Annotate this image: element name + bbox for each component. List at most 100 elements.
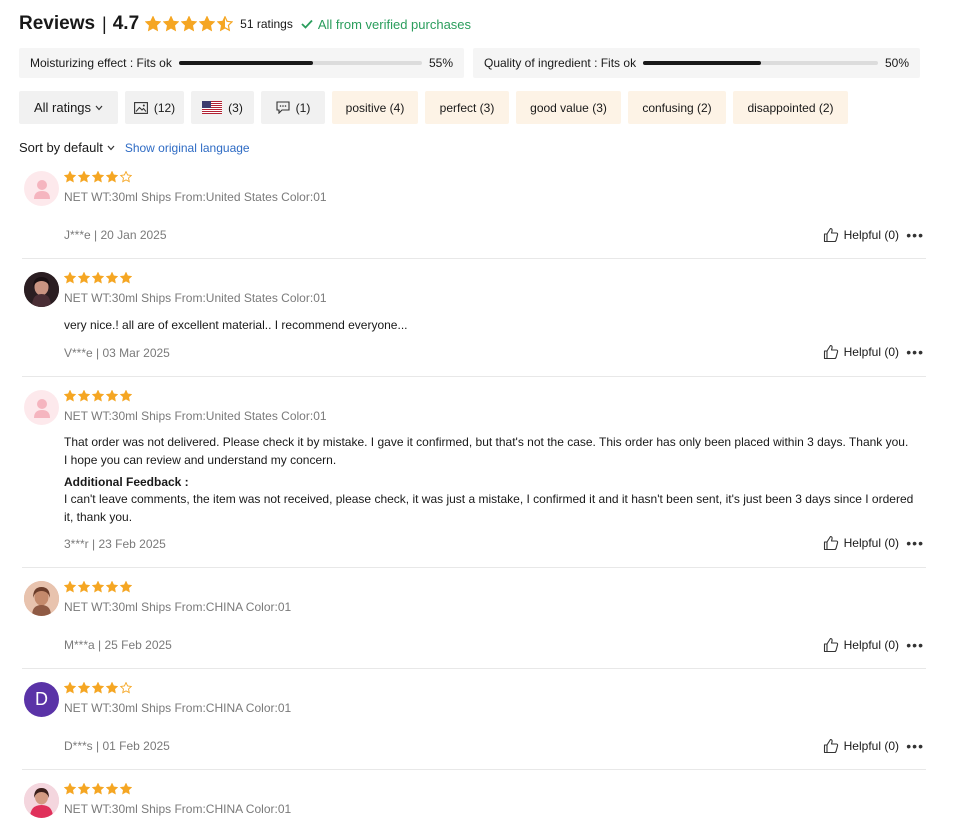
review-divider <box>22 567 926 568</box>
chevron-down-icon <box>107 145 115 150</box>
sort-label: Sort by default <box>19 140 103 155</box>
helpful-button[interactable]: Helpful (0) <box>823 738 899 754</box>
additional-feedback-text: I can't leave comments, the item was not… <box>64 492 914 524</box>
filter-with-photos[interactable]: (12) <box>125 91 184 124</box>
review-star-rating <box>64 783 132 795</box>
star-filled-icon <box>92 272 104 284</box>
sort-dropdown[interactable]: Sort by default <box>19 140 115 155</box>
more-options-icon[interactable]: ••• <box>906 739 924 753</box>
tag-chip[interactable]: confusing (2) <box>628 91 726 124</box>
review-star-rating <box>64 682 132 694</box>
user-photo-avatar <box>24 581 59 616</box>
star-filled-icon <box>64 682 76 694</box>
metric-bar <box>178 61 422 65</box>
star-filled-icon <box>106 682 118 694</box>
star-filled-icon <box>106 272 118 284</box>
star-filled-icon <box>106 581 118 593</box>
star-filled-icon <box>163 16 180 32</box>
chevron-down-icon <box>95 105 103 110</box>
star-filled-icon <box>78 272 90 284</box>
image-icon <box>133 101 148 114</box>
helpful-label: Helpful (0) <box>843 228 899 242</box>
review-text: very nice.! all are of excellent materia… <box>64 318 408 332</box>
additional-feedback-label: Additional Feedback : <box>64 475 189 489</box>
review-item: NET WT:30ml Ships From:CHINA Color:01 <box>19 783 926 824</box>
avatar <box>24 171 59 206</box>
all-ratings-label: All ratings <box>33 100 92 115</box>
helpful-button[interactable]: Helpful (0) <box>823 344 899 360</box>
metric-bar-fill <box>178 61 313 65</box>
more-options-icon[interactable]: ••• <box>906 536 924 550</box>
star-filled-icon <box>64 272 76 284</box>
star-filled-icon <box>92 682 104 694</box>
review-author-date: J***e | 20 Jan 2025 <box>64 228 167 242</box>
review-sku-info: NET WT:30ml Ships From:CHINA Color:01 <box>64 600 292 614</box>
helpful-button[interactable]: Helpful (0) <box>823 535 899 551</box>
star-filled-icon <box>181 16 198 32</box>
default-avatar-icon <box>33 179 50 199</box>
star-filled-icon <box>78 390 90 402</box>
thumbs-up-icon <box>823 738 838 754</box>
review-item: NET WT:30ml Ships From:United States Col… <box>19 390 926 568</box>
avatar <box>24 390 59 425</box>
star-half-icon <box>217 16 234 32</box>
show-original-language-link[interactable]: Show original language <box>125 141 250 155</box>
avatar <box>24 581 59 616</box>
helpful-label: Helpful (0) <box>843 739 899 753</box>
review-author-date: 3***r | 23 Feb 2025 <box>64 537 166 551</box>
star-filled-icon <box>120 390 132 402</box>
star-filled-icon <box>78 581 90 593</box>
more-options-icon[interactable]: ••• <box>906 228 924 242</box>
helpful-button[interactable]: Helpful (0) <box>823 637 899 653</box>
thumbs-up-icon <box>823 227 838 243</box>
review-item: NET WT:30ml Ships From:CHINA Color:01 M*… <box>19 581 926 669</box>
metric-label: Moisturizing effect : Fits ok <box>30 56 172 70</box>
star-filled-icon <box>120 272 132 284</box>
review-text: That order was not delivered. Please che… <box>64 435 909 467</box>
tag-chip[interactable]: disappointed (2) <box>733 91 848 124</box>
tag-chip[interactable]: positive (4) <box>332 91 418 124</box>
comment-count: (1) <box>295 100 311 115</box>
verified-purchases-note: All from verified purchases <box>301 17 471 32</box>
filter-with-comments[interactable]: (1) <box>261 91 325 124</box>
review-divider <box>22 769 926 770</box>
flag-count: (3) <box>228 100 243 115</box>
avatar <box>24 783 59 818</box>
tag-chip[interactable]: good value (3) <box>516 91 621 124</box>
photo-count: (12) <box>153 100 176 115</box>
review-star-rating <box>64 581 132 593</box>
tag-chip[interactable]: perfect (3) <box>425 91 509 124</box>
star-filled-icon <box>106 783 118 795</box>
page-title: Reviews <box>19 13 96 34</box>
review-star-rating <box>64 171 132 183</box>
review-divider <box>22 668 926 669</box>
star-filled-icon <box>199 16 216 32</box>
all-ratings-dropdown[interactable]: All ratings <box>19 91 118 124</box>
review-sku-info: NET WT:30ml Ships From:United States Col… <box>64 409 327 423</box>
metric-percent: 50% <box>885 56 910 70</box>
metric-quality: Quality of ingredient : Fits ok 50% <box>473 48 920 78</box>
star-filled-icon <box>106 171 118 183</box>
review-sku-info: NET WT:30ml Ships From:CHINA Color:01 <box>64 701 292 715</box>
review-divider <box>22 258 926 259</box>
filter-country-us[interactable]: (3) <box>191 91 254 124</box>
helpful-label: Helpful (0) <box>843 638 899 652</box>
average-score: 4.7 <box>112 13 140 34</box>
more-options-icon[interactable]: ••• <box>906 638 924 652</box>
star-filled-icon <box>64 783 76 795</box>
review-star-rating <box>64 390 132 402</box>
helpful-button[interactable]: Helpful (0) <box>823 227 899 243</box>
star-filled-icon <box>145 16 162 32</box>
metric-label: Quality of ingredient : Fits ok <box>484 56 637 70</box>
review-sku-info: NET WT:30ml Ships From:United States Col… <box>64 190 327 204</box>
star-filled-icon <box>78 682 90 694</box>
more-options-icon[interactable]: ••• <box>906 345 924 359</box>
comment-icon <box>276 101 290 114</box>
check-icon <box>301 19 313 29</box>
avatar: D <box>24 682 59 717</box>
review-item: NET WT:30ml Ships From:United States Col… <box>19 171 926 259</box>
star-filled-icon <box>78 783 90 795</box>
review-author-date: M***a | 25 Feb 2025 <box>64 638 172 652</box>
star-filled-icon <box>92 390 104 402</box>
star-filled-icon <box>106 390 118 402</box>
